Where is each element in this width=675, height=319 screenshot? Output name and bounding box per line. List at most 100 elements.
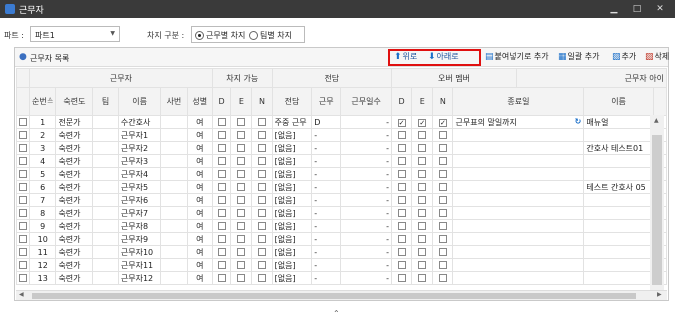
cell-work[interactable]: - xyxy=(311,206,342,220)
cell-charge-e[interactable] xyxy=(230,128,253,142)
cell-charge-n[interactable] xyxy=(251,193,273,207)
cell-emp-no[interactable] xyxy=(160,245,188,259)
row-select[interactable] xyxy=(16,232,30,246)
cell-charge-d[interactable] xyxy=(211,154,232,168)
header-end-date[interactable]: 종료일 xyxy=(452,87,585,116)
cell-name[interactable]: 근무자1 xyxy=(117,128,162,142)
checkbox[interactable] xyxy=(397,182,406,191)
cell-over-e[interactable] xyxy=(411,167,434,181)
cell-over-d[interactable] xyxy=(391,167,413,181)
cell-id-name[interactable] xyxy=(583,128,654,142)
cell-work-days[interactable]: - xyxy=(340,258,393,272)
cell-level[interactable]: 숙련가 xyxy=(55,193,94,207)
cell-id-name[interactable]: 간호사 테스트01 xyxy=(583,141,654,155)
checkbox[interactable] xyxy=(217,130,226,139)
cell-over-n[interactable] xyxy=(432,245,454,259)
checkbox[interactable] xyxy=(438,247,447,256)
cell-charge-n[interactable] xyxy=(251,258,273,272)
cell-work[interactable]: - xyxy=(311,180,342,194)
cell-charge-d[interactable] xyxy=(211,115,232,129)
checkbox[interactable] xyxy=(19,273,27,282)
cell-sex[interactable]: 여 xyxy=(186,271,213,285)
cell-level[interactable]: 숙련가 xyxy=(55,180,94,194)
cell-over-e[interactable] xyxy=(411,154,434,168)
header-extra[interactable] xyxy=(652,87,667,116)
cell-level[interactable]: 숙련가 xyxy=(55,232,94,246)
checkbox[interactable] xyxy=(19,130,27,139)
maximize-icon[interactable]: □ xyxy=(627,0,647,18)
table-row[interactable]: 11 숙련가 근무자10 여 [없음] - - xyxy=(16,245,667,259)
cell-over-e[interactable] xyxy=(411,232,434,246)
cell-end-date[interactable] xyxy=(452,232,585,246)
checkbox[interactable] xyxy=(418,156,427,165)
cell-work-days[interactable]: - xyxy=(340,154,393,168)
table-row[interactable]: 9 숙련가 근무자8 여 [없음] - - xyxy=(16,219,667,233)
cell-over-n[interactable] xyxy=(432,128,454,142)
checkbox[interactable] xyxy=(418,221,427,230)
checkbox[interactable] xyxy=(217,273,226,282)
checkbox[interactable] xyxy=(19,117,27,126)
cell-charge-e[interactable] xyxy=(230,206,253,220)
cell-level[interactable]: 숙련가 xyxy=(55,245,94,259)
cell-dedicated[interactable]: [없음] xyxy=(271,271,313,285)
table-row[interactable]: 7 숙련가 근무자6 여 [없음] - - xyxy=(16,193,667,207)
cell-no[interactable]: 1 xyxy=(28,115,57,129)
cell-over-d[interactable] xyxy=(391,128,413,142)
checkbox[interactable] xyxy=(237,273,246,282)
cell-emp-no[interactable] xyxy=(160,128,188,142)
cell-over-e[interactable] xyxy=(411,141,434,155)
checkbox[interactable] xyxy=(397,234,406,243)
header-dedicated[interactable]: 전담 xyxy=(271,87,313,116)
cell-over-n[interactable] xyxy=(432,219,454,233)
vertical-scrollbar[interactable]: ▲ xyxy=(650,115,664,292)
header-charge-n[interactable]: N xyxy=(251,87,273,116)
cell-dedicated[interactable]: [없음] xyxy=(271,154,313,168)
checkbox[interactable] xyxy=(237,234,246,243)
cell-over-n[interactable] xyxy=(432,154,454,168)
cell-no[interactable]: 8 xyxy=(28,206,57,220)
checkbox[interactable] xyxy=(217,182,226,191)
cell-no[interactable]: 12 xyxy=(28,258,57,272)
scroll-up-icon[interactable]: ▲ xyxy=(654,117,659,124)
cell-charge-n[interactable] xyxy=(251,154,273,168)
cell-charge-e[interactable] xyxy=(230,271,253,285)
checkbox[interactable] xyxy=(19,234,27,243)
cell-over-d[interactable] xyxy=(391,232,413,246)
cell-name[interactable]: 근무자11 xyxy=(117,258,162,272)
cell-level[interactable]: 전문가 xyxy=(55,115,94,129)
cell-over-n[interactable] xyxy=(432,167,454,181)
cell-charge-e[interactable] xyxy=(230,180,253,194)
cell-charge-n[interactable] xyxy=(251,206,273,220)
cell-over-n[interactable] xyxy=(432,193,454,207)
cell-work-days[interactable]: - xyxy=(340,193,393,207)
checkbox[interactable] xyxy=(397,260,406,269)
checkbox[interactable] xyxy=(418,273,427,282)
cell-sex[interactable]: 여 xyxy=(186,219,213,233)
table-row[interactable]: 10 숙련가 근무자9 여 [없음] - - xyxy=(16,232,667,246)
cell-over-n[interactable] xyxy=(432,206,454,220)
cell-emp-no[interactable] xyxy=(160,115,188,129)
paste-add-button[interactable]: ▤붙여넣기로 추가 xyxy=(485,51,549,64)
checkbox[interactable] xyxy=(237,182,246,191)
checkbox[interactable] xyxy=(237,247,246,256)
cell-level[interactable]: 숙련가 xyxy=(55,206,94,220)
row-select[interactable] xyxy=(16,219,30,233)
checkbox[interactable] xyxy=(418,234,427,243)
cell-name[interactable]: 근무자4 xyxy=(117,167,162,181)
cell-level[interactable]: 숙련가 xyxy=(55,219,94,233)
scroll-right-icon[interactable]: ▶ xyxy=(657,291,662,298)
cell-work-days[interactable]: - xyxy=(340,245,393,259)
checkbox[interactable] xyxy=(237,130,246,139)
cell-id-name[interactable] xyxy=(583,271,654,285)
cell-emp-no[interactable] xyxy=(160,271,188,285)
cell-charge-n[interactable] xyxy=(251,167,273,181)
header-over-n[interactable]: N xyxy=(432,87,454,116)
header-team[interactable]: 팀 xyxy=(92,87,119,116)
vertical-scroll-thumb[interactable] xyxy=(652,135,662,285)
checkbox[interactable] xyxy=(258,234,267,243)
cell-end-date[interactable] xyxy=(452,128,585,142)
table-row[interactable]: 8 숙련가 근무자7 여 [없음] - - xyxy=(16,206,667,220)
checkbox[interactable] xyxy=(438,130,447,139)
checkbox[interactable] xyxy=(258,169,267,178)
cell-id-name[interactable] xyxy=(583,167,654,181)
